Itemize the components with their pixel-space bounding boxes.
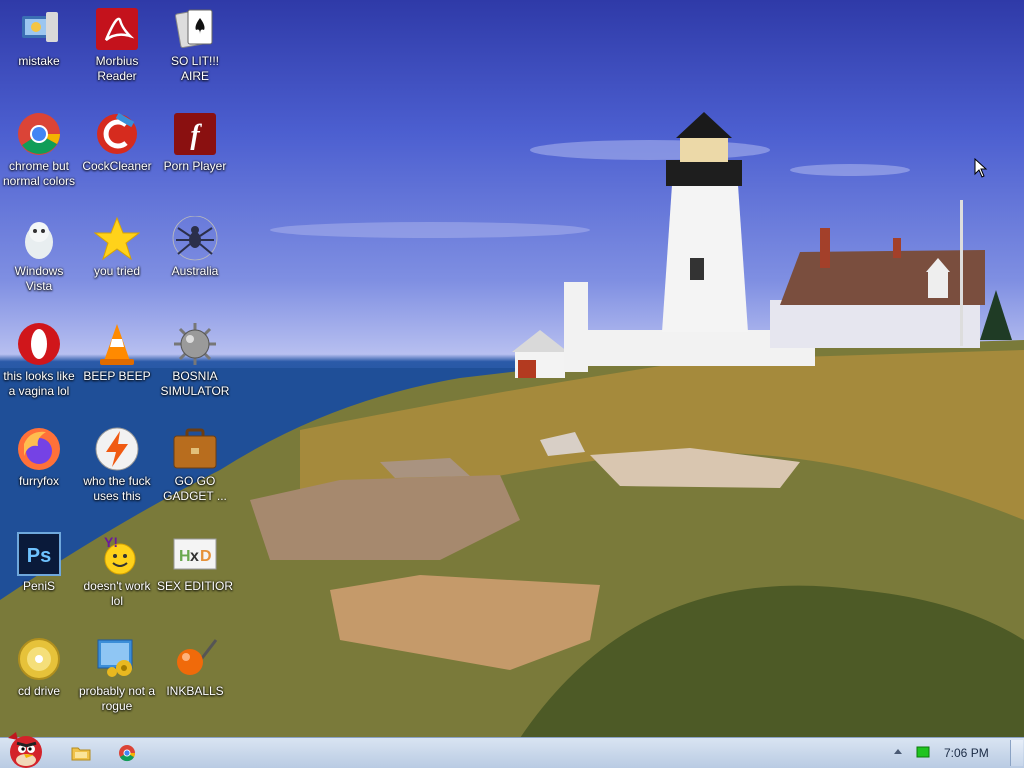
vlc-cone-icon: [94, 321, 140, 367]
desktop-icon-label: INKBALLS: [166, 684, 224, 698]
desktop-icon-label: SEX EDITIOR: [156, 579, 233, 593]
svg-text:x: x: [190, 548, 199, 565]
desktop-icon-opera[interactable]: this looks like a vagina lol: [0, 315, 78, 399]
desktop-icon-label: cd drive: [17, 684, 61, 698]
folder-icon: [71, 747, 91, 761]
desktop-icon-label: SO LIT!!! AIRE: [170, 54, 219, 83]
desktop-icon-label: CockCleaner: [82, 159, 152, 173]
desktop-icon-label: BEEP BEEP: [83, 369, 151, 383]
taskbar-pinned-chrome[interactable]: [116, 742, 142, 764]
naval-mine-icon: [172, 321, 218, 367]
desktop-icon-you-tried[interactable]: you tried: [78, 210, 156, 279]
desktop-icon-label: GO GO GADGET ...: [163, 474, 227, 503]
desktop-icon-label: this looks like a vagina lol: [3, 369, 75, 398]
yahoo-messenger-icon: Y!: [94, 531, 140, 577]
desktop-icon-label: probably not a rogue: [78, 684, 156, 713]
show-desktop-button[interactable]: [1010, 740, 1023, 766]
briefcase-icon: [172, 426, 218, 472]
opera-icon: [16, 321, 62, 367]
desktop-icon-go-go-gadget[interactable]: GO GO GADGET ...: [156, 420, 234, 504]
mistake-icon: [16, 6, 62, 52]
inkball-icon: [172, 636, 218, 682]
vista-mascot-icon: [16, 216, 62, 262]
desktop-icon-cd-drive[interactable]: cd drive: [0, 630, 78, 699]
start-button[interactable]: [2, 730, 48, 768]
hxd-editor-icon: HxD: [172, 531, 218, 577]
mouse-cursor-icon: [974, 158, 988, 178]
photoshop-icon: Ps: [16, 531, 62, 577]
desktop-icon-yahoo[interactable]: Y! doesn't work lol: [78, 525, 156, 609]
desktop-icon-label: BOSNIA SIMULATOR: [160, 369, 230, 398]
firefox-icon: [16, 426, 62, 472]
desktop-icon-sex-editior[interactable]: HxD SEX EDITIOR: [156, 525, 234, 594]
svg-text:D: D: [200, 548, 212, 565]
show-hidden-icons-arrow[interactable]: [893, 747, 903, 757]
svg-text:Y!: Y!: [104, 534, 118, 550]
chrome-icon: [16, 111, 62, 157]
flash-player-icon: f: [172, 111, 218, 157]
desktop-icon-furryfox[interactable]: furryfox: [0, 420, 78, 489]
desktop-icon-beep-beep[interactable]: BEEP BEEP: [78, 315, 156, 384]
ccleaner-icon: [94, 111, 140, 157]
taskbar-pinned-explorer[interactable]: [70, 742, 96, 764]
desktop-icon-label: Morbius Reader: [95, 54, 139, 83]
lightning-bolt-icon: [94, 426, 140, 472]
svg-text:Ps: Ps: [27, 545, 51, 567]
solitaire-cards-icon: [172, 6, 218, 52]
taskbar: 7:06 PM: [0, 732, 1024, 768]
taskbar-clock[interactable]: 7:06 PM: [944, 746, 989, 760]
desktop-icon-chrome[interactable]: chrome but normal colors: [0, 105, 78, 189]
desktop-icon-morbius-reader[interactable]: Morbius Reader: [78, 0, 156, 84]
desktop-icon-australia[interactable]: Australia: [156, 210, 234, 279]
desktop-icon-label: you tried: [93, 264, 141, 278]
adobe-reader-icon: [94, 6, 140, 52]
desktop-icon-probably-not-a-rogue[interactable]: probably not a rogue: [78, 630, 156, 714]
desktop-icon-winamp[interactable]: who the fuck uses this: [78, 420, 156, 504]
desktop-icon-penis[interactable]: Ps PeniS: [0, 525, 78, 594]
desktop-icon-windows-vista[interactable]: Windows Vista: [0, 210, 78, 294]
system-settings-icon: [94, 636, 140, 682]
angry-bird-start-icon: [8, 732, 42, 768]
star-icon: [93, 216, 141, 262]
desktop-icon-porn-player[interactable]: f Porn Player: [156, 105, 234, 174]
desktop-icon-label: who the fuck uses this: [83, 474, 151, 503]
desktop-icon-label: mistake: [18, 54, 60, 68]
desktop-icon-inkballs[interactable]: INKBALLS: [156, 630, 234, 699]
battery-icon[interactable]: [916, 746, 930, 758]
desktop-icon-label: Windows Vista: [14, 264, 64, 293]
chrome-icon: [119, 745, 136, 762]
desktop-icon-label: Porn Player: [163, 159, 227, 173]
desktop-icon-mistake[interactable]: mistake: [0, 0, 78, 69]
desktop-icon-cockcleaner[interactable]: CockCleaner: [78, 105, 156, 174]
desktop-icon-label: chrome but normal colors: [2, 159, 76, 188]
desktop-icon-bosnia-simulator[interactable]: BOSNIA SIMULATOR: [156, 315, 234, 399]
spider-icon: [172, 215, 218, 262]
cd-drive-icon: [16, 636, 62, 682]
svg-text:H: H: [179, 548, 191, 565]
desktop-icon-label: PeniS: [22, 579, 56, 593]
desktop-icon-solitaire[interactable]: SO LIT!!! AIRE: [156, 0, 234, 84]
desktop-icon-label: Australia: [171, 264, 219, 278]
desktop-icon-label: furryfox: [18, 474, 59, 488]
desktop-icon-label: doesn't work lol: [83, 579, 151, 608]
